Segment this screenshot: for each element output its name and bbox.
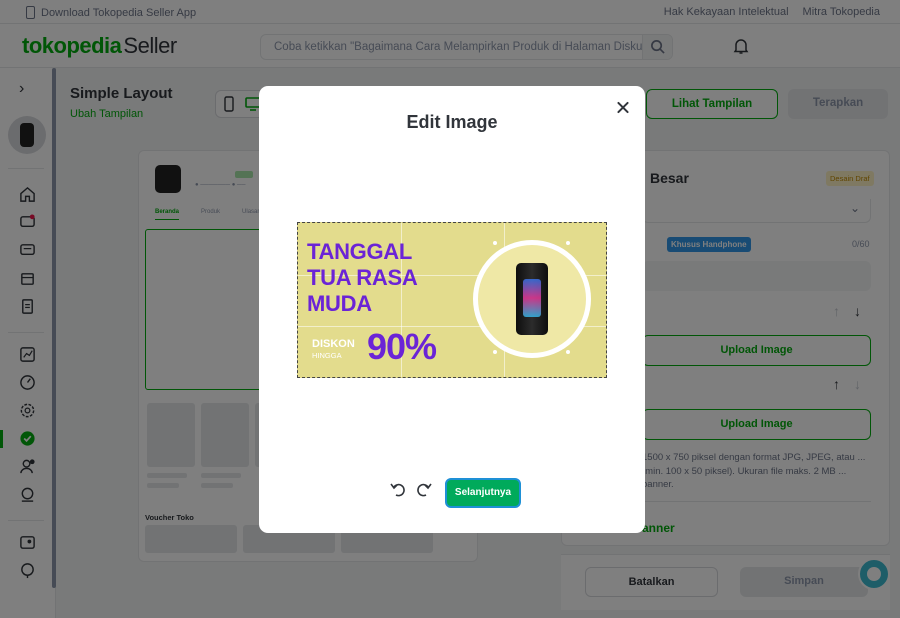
banner-headline-line: TUA RASA: [307, 265, 418, 290]
banner-discount-value: 90%: [367, 326, 437, 367]
banner-dot: [566, 350, 570, 354]
banner-dot: [493, 241, 497, 245]
banner-dot: [493, 350, 497, 354]
next-button[interactable]: Selanjutnya: [445, 478, 521, 508]
banner-discount-label: DISKON: [312, 338, 355, 350]
close-icon[interactable]: [613, 98, 633, 118]
banner-dot: [566, 241, 570, 245]
banner-headline: TANGGAL TUA RASA MUDA: [307, 239, 418, 317]
crop-area[interactable]: TANGGAL TUA RASA MUDA DISKON HINGGA 90%: [297, 222, 607, 378]
banner-discount-sub: HINGGA: [312, 351, 342, 360]
edit-image-modal: Edit Image TANGGAL TUA RASA MUDA DISKON …: [259, 86, 645, 533]
banner-headline-line: MUDA: [307, 291, 372, 316]
rotate-right-icon[interactable]: [414, 480, 434, 500]
modal-title: Edit Image: [406, 112, 498, 132]
speaker-image: [516, 263, 548, 335]
banner-headline-line: TANGGAL: [307, 239, 413, 264]
rotate-left-icon[interactable]: [388, 480, 408, 500]
